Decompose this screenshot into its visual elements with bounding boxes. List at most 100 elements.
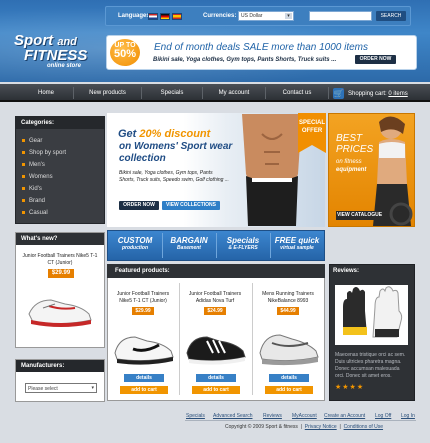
footer-link-log-off[interactable]: Log Off	[375, 413, 391, 419]
nav-divider	[328, 87, 329, 99]
nav-contact-us[interactable]: Contact us	[267, 87, 327, 99]
add-to-cart-button[interactable]: add to cart	[192, 386, 240, 394]
footer-link-log-in[interactable]: Log In	[401, 413, 415, 419]
product-name[interactable]: Junior Football Trainers Nike5 T-1 CT (J…	[111, 291, 175, 305]
deal-order-button[interactable]: ORDER NOW	[355, 55, 396, 64]
category-label: Shop by sport	[29, 150, 67, 156]
nav-home[interactable]: Home	[20, 87, 72, 99]
manufacturer-select[interactable]: Please select ▾	[25, 383, 97, 393]
whats-new-product-name[interactable]: Junior Football Trainers Nike5 T-1 CT (J…	[20, 253, 100, 267]
product-image[interactable]	[258, 323, 320, 368]
category-label: Casual	[29, 210, 48, 216]
promo-headline: BEST PRICES	[336, 133, 373, 155]
product-name[interactable]: Junior Football Trainers Adidas Nova Tur…	[183, 291, 247, 305]
goalkeeper-gloves-icon	[343, 286, 403, 338]
search-input[interactable]	[309, 11, 372, 21]
promo-line2: PRICES	[336, 144, 374, 155]
product-price: $44.99	[277, 307, 299, 315]
store-logo[interactable]: Sport and FITNESS online store	[14, 33, 104, 72]
tab-sub: virtual sample	[280, 245, 314, 251]
promo-subheadline: on fitness equipment	[336, 158, 366, 174]
footer-link-specials[interactable]: Specials	[186, 413, 205, 419]
flag-german-icon[interactable]	[160, 13, 170, 20]
product-name[interactable]: Mens Running Trainers NikeBalance 8993	[256, 291, 320, 305]
bullet-icon	[22, 150, 25, 154]
categories-title: Categories:	[16, 117, 104, 129]
product-details-button[interactable]: details	[124, 374, 164, 382]
footer-link-my-account[interactable]: MyAccount	[292, 413, 317, 419]
category-label: Kid's	[29, 186, 42, 192]
categories-box: Categories:	[15, 116, 105, 224]
add-to-cart-button[interactable]: add to cart	[120, 386, 168, 394]
shopping-cart-icon[interactable]: 🛒	[333, 88, 344, 99]
nav-divider	[265, 87, 266, 99]
cart-label: Shopping cart:	[348, 91, 387, 97]
currencies-label: Currencies:	[203, 13, 237, 19]
conditions-of-use-link[interactable]: Conditions of Use	[344, 424, 383, 430]
search-button[interactable]: SEARCH	[376, 11, 406, 21]
review-product-image[interactable]	[335, 285, 408, 345]
copyright-text: Copyright © 2009 Sport & fitness	[225, 424, 298, 430]
footer-link-advanced-search[interactable]: Advanced Search	[213, 413, 252, 419]
tab-sub: Basement	[177, 245, 201, 251]
category-womens[interactable]: Womens	[22, 174, 53, 180]
footer-link-create-account[interactable]: Create an Account	[324, 413, 365, 419]
view-collections-button[interactable]: VIEW COLLECTIONS	[162, 201, 220, 210]
category-gear[interactable]: Gear	[22, 138, 42, 144]
product-price: $29.99	[132, 307, 154, 315]
footer-link-reviews[interactable]: Reviews	[263, 413, 282, 419]
category-casual[interactable]: Casual	[22, 210, 48, 216]
privacy-notice-link[interactable]: Privacy Notice	[305, 424, 337, 430]
tab-title: FREE quick	[274, 236, 320, 245]
deal-items: Bikini sale, Yoga clothes, Gym tops, Pan…	[153, 57, 337, 63]
view-catalogue-button[interactable]: VIEW CATALOGUE	[336, 211, 383, 220]
nav-divider	[202, 87, 203, 99]
tab-free-sample[interactable]: FREE quick virtual sample	[271, 236, 323, 251]
flag-spanish-icon[interactable]	[172, 13, 182, 20]
category-label: Womens	[29, 174, 53, 180]
deal-headline: End of month deals SALE more than 1000 i…	[154, 42, 369, 53]
nav-my-account[interactable]: My account	[204, 87, 264, 99]
currency-select[interactable]: US Dollar ▾	[238, 11, 294, 21]
category-brand[interactable]: Brand	[22, 198, 45, 204]
discount-badge: UP TO 50%	[108, 37, 142, 68]
category-mens[interactable]: Men's	[22, 162, 45, 168]
add-to-cart-button[interactable]: add to cart	[265, 386, 313, 394]
whats-new-title: What's new?	[16, 233, 104, 245]
promo-line4: equipment	[336, 167, 367, 173]
category-label: Brand	[29, 198, 46, 204]
fitness-woman-image	[373, 116, 413, 226]
flag-english-icon[interactable]	[148, 13, 158, 20]
manufacturer-select-value: Please select	[28, 386, 58, 392]
category-shop-by-sport[interactable]: Shop by sport	[22, 150, 66, 156]
category-kids[interactable]: Kid's	[22, 186, 42, 192]
review-text: Maecenas tristique orci ac sem. Duis ult…	[335, 352, 406, 379]
product-image[interactable]	[113, 323, 175, 368]
product-details-button[interactable]: details	[196, 374, 236, 382]
nav-new-products[interactable]: New products	[75, 87, 140, 99]
shoe-product-image[interactable]	[25, 286, 95, 331]
product-divider	[252, 283, 253, 395]
shopping-cart-link[interactable]: Shopping cart: 0 items	[348, 91, 408, 97]
logo-word-fitness: FITNESS	[24, 47, 88, 64]
nav-specials[interactable]: Specials	[143, 87, 201, 99]
product-details-button[interactable]: details	[269, 374, 309, 382]
bullet-icon	[22, 174, 25, 178]
product-price: $24.99	[204, 307, 226, 315]
tab-specials[interactable]: Specials & E-FLYERS	[217, 236, 269, 251]
manufacturers-title: Manufacturers:	[16, 360, 104, 372]
category-label: Gear	[29, 138, 43, 144]
product-image[interactable]	[185, 323, 247, 368]
promo-line3: on fitness	[336, 159, 362, 165]
logo-tagline: online store	[47, 63, 82, 69]
reviews-title: Reviews:	[333, 268, 360, 274]
hero-order-button[interactable]: ORDER NOW	[119, 201, 159, 210]
category-label: Men's	[29, 162, 45, 168]
bullet-icon	[22, 198, 25, 202]
hero-headline: Get 20% discount	[118, 128, 210, 140]
tab-custom[interactable]: CUSTOM production	[109, 236, 161, 251]
featured-title: Featured products:	[107, 264, 325, 278]
tab-bargain[interactable]: BARGAIN Basement	[163, 236, 215, 251]
product-divider	[179, 283, 180, 395]
hero-headline-prefix: Get	[118, 128, 137, 140]
